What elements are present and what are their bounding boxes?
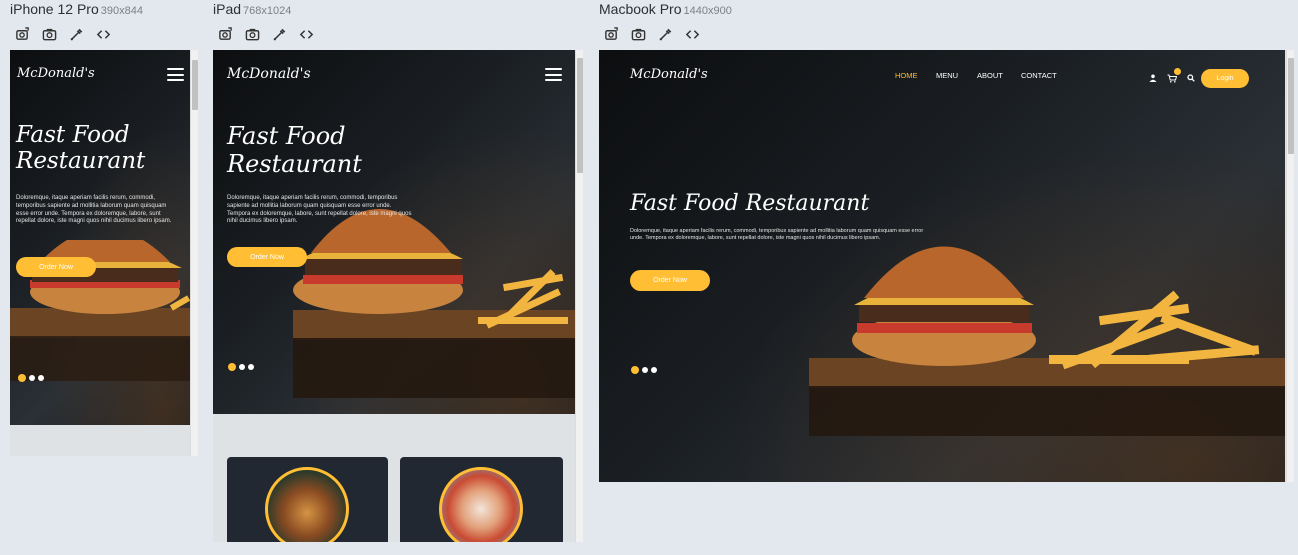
device-dims: 768x1024 xyxy=(243,5,292,17)
device-name: iPad xyxy=(213,1,242,17)
slider-dot-1[interactable] xyxy=(18,374,26,382)
slider-dot-1[interactable] xyxy=(631,366,639,374)
menu-hamburger-icon[interactable] xyxy=(545,68,562,81)
site-logo[interactable]: McDonald's xyxy=(630,67,708,82)
menu-hamburger-icon[interactable] xyxy=(167,68,184,81)
hero-title: Fast Food Restaurant xyxy=(16,122,186,175)
device-name: Macbook Pro xyxy=(599,1,682,17)
rotate-screenshot-icon[interactable] xyxy=(216,26,234,42)
order-now-button[interactable]: Order Now xyxy=(16,257,96,277)
menu-card-plate[interactable] xyxy=(400,457,563,542)
login-button[interactable]: Login xyxy=(1201,69,1249,88)
search-icon[interactable] xyxy=(1186,73,1196,83)
plate-image xyxy=(439,467,523,542)
hero-section: McDonald's Fast Food Restaurant Doloremq… xyxy=(213,50,575,414)
macbook-scrollbar[interactable] xyxy=(1286,50,1294,482)
slider-dots xyxy=(18,374,44,382)
site-logo[interactable]: McDonald's xyxy=(17,66,95,81)
hero-section: McDonald's Fast Food Restaurant Doloremq… xyxy=(10,50,190,425)
code-icon[interactable] xyxy=(297,26,315,42)
iphone-scrollbar[interactable] xyxy=(190,50,198,456)
device-name: iPhone 12 Pro xyxy=(10,1,99,17)
device-toolbar-iphone xyxy=(13,26,112,42)
device-dims: 1440x900 xyxy=(683,5,732,17)
user-icon[interactable] xyxy=(1148,73,1158,83)
order-now-button[interactable]: Order Now xyxy=(227,247,307,267)
slider-dot-2[interactable] xyxy=(642,367,648,373)
slider-dot-3[interactable] xyxy=(38,375,44,381)
device-label-macbook: Macbook Pro 1440x900 xyxy=(599,1,732,17)
hero-description: Doloremque, itaque aperiam facilis rerum… xyxy=(630,228,924,242)
slider-dot-2[interactable] xyxy=(29,375,35,381)
iphone-preview-frame: McDonald's Fast Food Restaurant Doloremq… xyxy=(10,50,198,456)
ipad-preview-frame: McDonald's Fast Food Restaurant Doloremq… xyxy=(213,50,583,542)
nav-home[interactable]: HOME xyxy=(895,71,936,80)
slider-dot-1[interactable] xyxy=(228,363,236,371)
hero-title-line1: Fast Food xyxy=(227,122,346,150)
device-dims: 390x844 xyxy=(100,5,143,17)
scrollbar-thumb[interactable] xyxy=(1288,58,1294,154)
eyedropper-icon[interactable] xyxy=(656,26,674,42)
hero-title: Fast Food Restaurant xyxy=(630,191,870,216)
slider-dot-3[interactable] xyxy=(248,364,254,370)
menu-card-burger[interactable] xyxy=(227,457,388,542)
device-label-ipad: iPad 768x1024 xyxy=(213,1,291,17)
macbook-preview-frame: McDonald's HOME MENU ABOUT CONTACT Login… xyxy=(599,50,1294,482)
site-logo[interactable]: McDonald's xyxy=(227,66,311,82)
order-now-button[interactable]: Order Now xyxy=(630,270,710,291)
nav-icons xyxy=(1148,68,1196,83)
hero-title: Fast Food Restaurant xyxy=(227,122,427,178)
camera-icon[interactable] xyxy=(40,26,58,42)
eyedropper-icon[interactable] xyxy=(67,26,85,42)
camera-icon[interactable] xyxy=(629,26,647,42)
scrollbar-thumb[interactable] xyxy=(577,58,583,173)
cart-icon[interactable] xyxy=(1167,68,1181,83)
camera-icon[interactable] xyxy=(243,26,261,42)
main-nav: HOME MENU ABOUT CONTACT xyxy=(895,71,1057,80)
hero-section: McDonald's HOME MENU ABOUT CONTACT Login… xyxy=(599,50,1285,482)
nav-about[interactable]: ABOUT xyxy=(977,71,1021,80)
nav-contact[interactable]: CONTACT xyxy=(1021,71,1057,80)
rotate-screenshot-icon[interactable] xyxy=(602,26,620,42)
slider-dot-3[interactable] xyxy=(651,367,657,373)
slider-dots xyxy=(631,366,657,374)
eyedropper-icon[interactable] xyxy=(270,26,288,42)
code-icon[interactable] xyxy=(94,26,112,42)
code-icon[interactable] xyxy=(683,26,701,42)
rotate-screenshot-icon[interactable] xyxy=(13,26,31,42)
burger-image xyxy=(265,467,349,542)
hero-description: Doloremque, itaque aperiam facilis rerum… xyxy=(227,195,412,225)
device-label-iphone: iPhone 12 Pro 390x844 xyxy=(10,1,143,17)
nav-menu[interactable]: MENU xyxy=(936,71,977,80)
scrollbar-thumb[interactable] xyxy=(192,60,198,110)
cart-badge xyxy=(1174,68,1181,75)
device-toolbar-ipad xyxy=(216,26,315,42)
device-toolbar-macbook xyxy=(602,26,701,42)
hero-description: Doloremque, itaque aperiam facilis rerum… xyxy=(16,195,172,225)
burger-fries-image xyxy=(809,246,1285,436)
slider-dots xyxy=(228,363,254,371)
hero-title-line1: Fast Food xyxy=(16,122,130,148)
hero-title-line2: Restaurant xyxy=(227,149,362,178)
hero-title-line2: Restaurant xyxy=(16,148,146,175)
ipad-scrollbar[interactable] xyxy=(575,50,583,542)
slider-dot-2[interactable] xyxy=(239,364,245,370)
